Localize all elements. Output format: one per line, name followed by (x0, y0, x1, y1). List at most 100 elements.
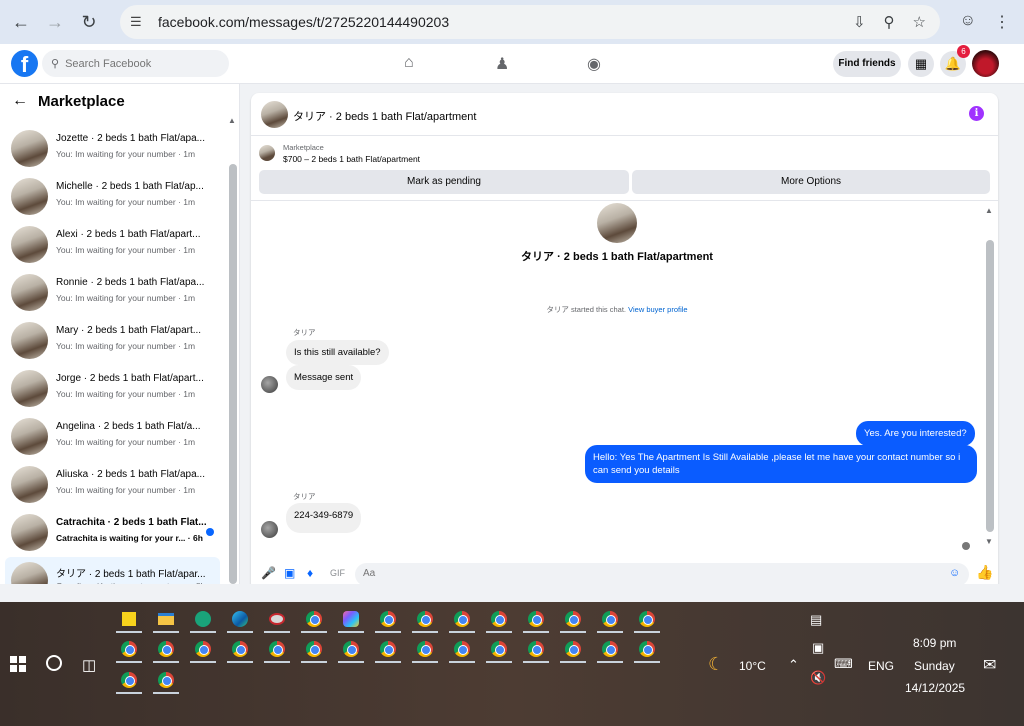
back-arrow-icon[interactable]: ← (8, 9, 34, 35)
scroll-up-icon[interactable]: ▲ (985, 206, 993, 215)
notifications-icon[interactable]: ✉ (983, 655, 996, 675)
search-icon[interactable] (46, 655, 62, 671)
chrome-icon[interactable] (301, 607, 327, 633)
chrome-icon[interactable] (560, 607, 586, 633)
home-icon[interactable]: ⌂ (404, 54, 414, 72)
conversation-item[interactable]: Mary · 2 beds 1 bath Flat/apart... You: … (5, 317, 220, 365)
gif-icon[interactable]: GIF (330, 568, 345, 578)
listing-thumbnail[interactable] (259, 145, 275, 161)
chrome-icon[interactable] (153, 637, 179, 663)
install-app-icon[interactable]: ⇩ (853, 13, 866, 31)
find-friends-button[interactable]: Find friends (833, 51, 901, 77)
search-input[interactable] (65, 57, 216, 70)
conversation-name: タリア · 2 beds 1 bath Flat/apar... (56, 569, 206, 580)
bookmark-star-icon[interactable]: ☆ (913, 13, 926, 31)
chevron-up-icon[interactable]: ⌃ (788, 657, 799, 673)
keyboard-icon[interactable]: ⌨ (834, 656, 853, 672)
chrome-icon[interactable] (523, 607, 549, 633)
chrome-icon[interactable] (301, 637, 327, 663)
chat-avatar[interactable] (261, 101, 288, 128)
temperature[interactable]: 10°C (739, 659, 766, 673)
conversation-item[interactable]: Alexi · 2 beds 1 bath Flat/apart... You:… (5, 221, 220, 269)
file-explorer-icon[interactable] (153, 607, 179, 633)
task-view-icon[interactable]: ◫ (82, 656, 96, 674)
forward-arrow-icon[interactable]: → (42, 9, 68, 35)
site-info-icon[interactable]: ☰ (130, 14, 150, 30)
conversation-item[interactable]: Jorge · 2 beds 1 bath Flat/apart... You:… (5, 365, 220, 413)
info-icon[interactable]: i (969, 106, 984, 121)
menu-dots-icon[interactable]: ⋮ (994, 12, 1010, 32)
microphone-icon[interactable]: 🎤 (261, 566, 276, 580)
conversation-preview: You: Im waiting for your number · 1m (56, 149, 196, 159)
clock-day[interactable]: Sunday (914, 659, 955, 673)
weather-moon-icon[interactable]: ☾ (708, 654, 724, 675)
sidebar-scrollbar[interactable] (229, 164, 237, 584)
sticker-icon[interactable]: ♦ (307, 566, 313, 580)
chrome-icon[interactable] (634, 607, 660, 633)
facebook-logo[interactable]: f (11, 50, 38, 77)
chrome-icon[interactable] (634, 637, 660, 663)
conversation-item[interactable]: Catrachita · 2 beds 1 bath Flat... Catra… (5, 509, 220, 557)
address-bar[interactable]: ☰ facebook.com/messages/t/27252201444902… (120, 5, 940, 39)
back-arrow-icon[interactable]: ← (12, 92, 28, 110)
profile-avatar[interactable] (972, 50, 999, 77)
clock-time[interactable]: 8:09 pm (913, 636, 956, 650)
chrome-icon[interactable] (227, 637, 253, 663)
network-icon[interactable]: ▤ (810, 612, 822, 628)
message-input[interactable] (363, 568, 923, 579)
conversation-item[interactable]: Jozette · 2 beds 1 bath Flat/apa... You:… (5, 125, 220, 173)
chrome-icon[interactable] (264, 637, 290, 663)
chrome-icon[interactable] (375, 607, 401, 633)
conversation-item[interactable]: Michelle · 2 beds 1 bath Flat/ap... You:… (5, 173, 220, 221)
reload-icon[interactable]: ↻ (76, 9, 102, 35)
url-text[interactable]: facebook.com/messages/t/2725220144490203 (158, 14, 449, 30)
thumbs-up-icon[interactable]: 👍 (976, 564, 993, 581)
chrome-icon[interactable] (338, 637, 364, 663)
emoji-icon[interactable]: ☺ (949, 567, 960, 579)
chrome-icon[interactable] (449, 607, 475, 633)
chrome-icon[interactable] (486, 607, 512, 633)
chat-title[interactable]: タリア · 2 beds 1 bath Flat/apartment (293, 108, 476, 124)
sticky-notes-icon[interactable] (116, 607, 142, 633)
zoom-icon[interactable]: ⚲ (884, 13, 895, 31)
chrome-icon[interactable] (597, 637, 623, 663)
conversation-item[interactable]: Ronnie · 2 beds 1 bath Flat/apa... You: … (5, 269, 220, 317)
mark-as-pending-button[interactable]: Mark as pending (259, 170, 629, 194)
camera-icon[interactable]: ▣ (812, 640, 824, 656)
message-field[interactable] (355, 563, 969, 586)
conversation-item[interactable]: Aliuska · 2 beds 1 bath Flat/apa... You:… (5, 461, 220, 509)
chrome-icon[interactable] (412, 607, 438, 633)
chrome-icon[interactable] (560, 637, 586, 663)
search-box[interactable]: ⚲ (42, 50, 229, 77)
more-options-button[interactable]: More Options (632, 170, 990, 194)
chrome-icon[interactable] (412, 637, 438, 663)
groups-icon[interactable]: ◉ (587, 54, 601, 74)
scroll-down-icon[interactable]: ▼ (985, 537, 993, 546)
conversation-item[interactable]: Angelina · 2 beds 1 bath Flat/a... You: … (5, 413, 220, 461)
copilot-icon[interactable] (338, 607, 364, 633)
chrome-icon[interactable] (486, 637, 512, 663)
edge-browser-icon[interactable] (227, 607, 253, 633)
paint-icon[interactable] (264, 607, 290, 633)
scroll-up-icon[interactable]: ▲ (228, 116, 236, 125)
chrome-icon[interactable] (153, 668, 179, 694)
friends-icon[interactable]: ♟ (495, 54, 509, 74)
chrome-icon[interactable] (523, 637, 549, 663)
chrome-icon[interactable] (597, 607, 623, 633)
windows-start-icon[interactable] (10, 656, 26, 672)
chrome-icon[interactable] (116, 637, 142, 663)
app-icon[interactable] (190, 607, 216, 633)
view-buyer-profile-link[interactable]: View buyer profile (628, 305, 687, 314)
chrome-icon[interactable] (190, 637, 216, 663)
chrome-icon[interactable] (449, 637, 475, 663)
chrome-icon[interactable] (116, 668, 142, 694)
menu-grid-icon[interactable]: ▦ (908, 51, 934, 77)
volume-muted-icon[interactable]: 🔇 (810, 670, 826, 686)
photo-icon[interactable]: ▣ (284, 566, 295, 580)
chrome-icon[interactable] (375, 637, 401, 663)
chat-scrollbar[interactable] (986, 240, 994, 532)
profile-icon[interactable]: ☺ (960, 12, 976, 32)
language[interactable]: ENG (868, 659, 894, 673)
clock-date[interactable]: 14/12/2025 (905, 681, 965, 695)
listing-price[interactable]: $700 – 2 beds 1 bath Flat/apartment (283, 154, 420, 164)
